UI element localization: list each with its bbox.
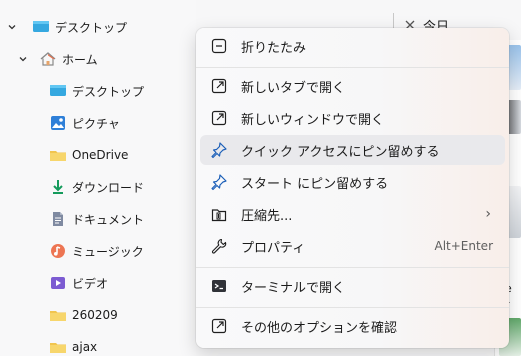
pictures-icon [49,114,67,132]
menu-separator [196,67,509,68]
menu-item-properties[interactable]: プロパティ Alt+Enter [200,231,505,261]
terminal-icon [207,274,231,298]
menu-separator [196,307,509,308]
pin-start-icon [207,170,231,194]
open-new-tab-icon [207,74,231,98]
pin-icon [207,138,231,162]
menu-item-label: 新しいタブで開く [241,80,346,96]
menu-item-label: クイック アクセスにピン留めする [241,144,440,160]
menu-item-label: 折りたたみ [241,40,307,56]
folder-icon [49,338,67,356]
nav-item-home[interactable]: ホーム [0,46,213,72]
documents-icon [49,210,67,228]
desktop-folder-icon [32,18,50,36]
menu-separator [196,267,509,268]
wrench-icon [207,234,231,258]
nav-label: OneDrive [72,148,129,162]
menu-item-more-options[interactable]: その他のオプションを確認 [200,311,505,341]
open-new-window-icon [207,106,231,130]
nav-label: ビデオ [72,276,109,291]
menu-item-label: プロパティ [241,240,306,256]
menu-item-label: スタート にピン留めする [241,176,389,192]
nav-label: ajax [72,340,98,354]
menu-item-compress-to[interactable]: 圧縮先... › [200,199,505,229]
menu-item-label: その他のオプションを確認 [241,320,398,336]
home-icon [39,50,57,68]
folder-icon [49,146,67,164]
chevron-right-icon: › [485,206,491,222]
video-icon [49,274,67,292]
more-options-icon [207,314,231,338]
desktop-folder-icon [49,82,67,100]
menu-item-label: 圧縮先... [241,208,293,224]
chevron-down-icon[interactable] [17,53,29,65]
file-explorer-window: デスクトップ ホーム デスクトップ ピクチャ OneDrive ダウンロード ド… [0,0,521,356]
chevron-down-icon[interactable] [6,21,18,33]
nav-label: デスクトップ [55,20,128,35]
nav-label: ピクチャ [72,116,120,131]
navigation-pane: デスクトップ ホーム デスクトップ ピクチャ OneDrive ダウンロード ド… [0,0,196,356]
nav-label: ダウンロード [72,180,145,195]
menu-item-pin-start[interactable]: スタート にピン留めする [200,167,505,197]
nav-label: ホーム [62,52,98,67]
context-menu: 折りたたみ 新しいタブで開く 新しいウィンドウで開く クイック アクセスにピン留… [196,28,509,348]
music-icon [49,242,67,260]
folder-icon [49,306,67,324]
nav-label: 260209 [72,308,118,322]
menu-item-label: ターミナルで開く [241,280,346,296]
menu-item-open-new-tab[interactable]: 新しいタブで開く [200,71,505,101]
menu-item-collapse[interactable]: 折りたたみ [200,31,505,61]
menu-item-label: 新しいウィンドウで開く [241,112,385,128]
menu-item-pin-quick-access[interactable]: クイック アクセスにピン留めする [200,135,505,165]
nav-label: ドキュメント [72,212,145,227]
nav-label: ミュージック [72,244,144,259]
nav-label: デスクトップ [72,84,145,99]
download-icon [49,178,67,196]
compress-icon [207,202,231,226]
keyboard-shortcut: Alt+Enter [434,239,493,253]
nav-item-desktop-root[interactable]: デスクトップ [0,14,202,40]
collapse-icon [207,34,231,58]
menu-item-open-terminal[interactable]: ターミナルで開く [200,271,505,301]
menu-item-open-new-window[interactable]: 新しいウィンドウで開く [200,103,505,133]
